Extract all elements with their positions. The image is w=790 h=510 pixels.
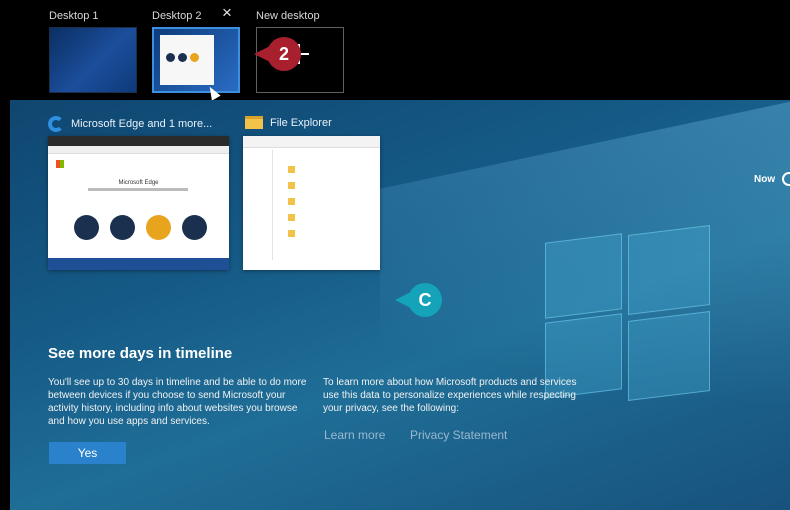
left-border <box>0 100 10 510</box>
timeline-now-label: Now <box>754 174 776 185</box>
microsoft-logo-icon <box>56 160 64 168</box>
feature-circle <box>146 215 171 240</box>
folder-item-icon <box>288 166 295 173</box>
timeline-scroll-handle[interactable] <box>782 172 790 186</box>
edge-activity-title: Microsoft Edge and 1 more... <box>71 118 213 130</box>
explorer-ribbon <box>243 136 380 148</box>
step-callout-c: C <box>395 283 442 317</box>
info-title: See more days in timeline <box>48 345 233 362</box>
step-callout-2: 2 <box>254 37 301 71</box>
feature-circle <box>182 215 207 240</box>
browser-tab-bar <box>48 136 229 146</box>
desktop-1-thumbnail[interactable] <box>49 27 137 93</box>
folder-icon <box>245 116 263 129</box>
edge-icon <box>48 116 64 132</box>
yes-button[interactable]: Yes <box>49 442 126 464</box>
edge-window-card[interactable]: Microsoft Edge <box>48 136 229 270</box>
info-left-text: You'll see up to 30 days in timeline and… <box>48 377 307 427</box>
windows-logo-pane <box>628 224 710 316</box>
feature-circle <box>74 215 99 240</box>
desktop-2-thumbnail[interactable] <box>152 27 240 93</box>
browser-address-bar <box>48 146 229 154</box>
privacy-statement-link[interactable]: Privacy Statement <box>410 428 507 442</box>
feature-circle <box>110 215 135 240</box>
info-right-text: To learn more about how Microsoft produc… <box>323 377 577 414</box>
new-desktop-label: New desktop <box>256 10 320 22</box>
edge-activity-header: Microsoft Edge and 1 more... <box>48 116 212 132</box>
close-desktop-icon[interactable]: × <box>222 4 232 21</box>
screenshot-frame: Desktop 1 Desktop 2 × New desktop 2 Micr… <box>0 0 790 510</box>
page-heading: Microsoft Edge <box>118 180 159 186</box>
file-explorer-title: File Explorer <box>270 116 332 129</box>
folder-item-icon <box>288 182 295 189</box>
virtual-desktops-bar: Desktop 1 Desktop 2 × New desktop 2 <box>0 0 790 101</box>
page-footer-bar <box>48 258 229 270</box>
file-explorer-activity-header: File Explorer <box>245 116 332 129</box>
desktop-1-label: Desktop 1 <box>49 10 99 22</box>
explorer-nav-pane <box>243 150 273 260</box>
folder-item-icon <box>288 214 295 221</box>
learn-more-link[interactable]: Learn more <box>324 428 385 442</box>
page-subtitle-bar <box>88 188 188 191</box>
task-view-timeline: Microsoft Edge and 1 more... Microsoft E… <box>0 100 790 510</box>
windows-logo-pane <box>545 233 622 319</box>
folder-item-icon <box>288 198 295 205</box>
mini-window-content <box>166 53 199 62</box>
desktop-2-label: Desktop 2 <box>152 10 202 22</box>
file-explorer-window-card[interactable] <box>243 136 380 270</box>
folder-item-icon <box>288 230 295 237</box>
windows-logo-pane <box>628 310 710 402</box>
